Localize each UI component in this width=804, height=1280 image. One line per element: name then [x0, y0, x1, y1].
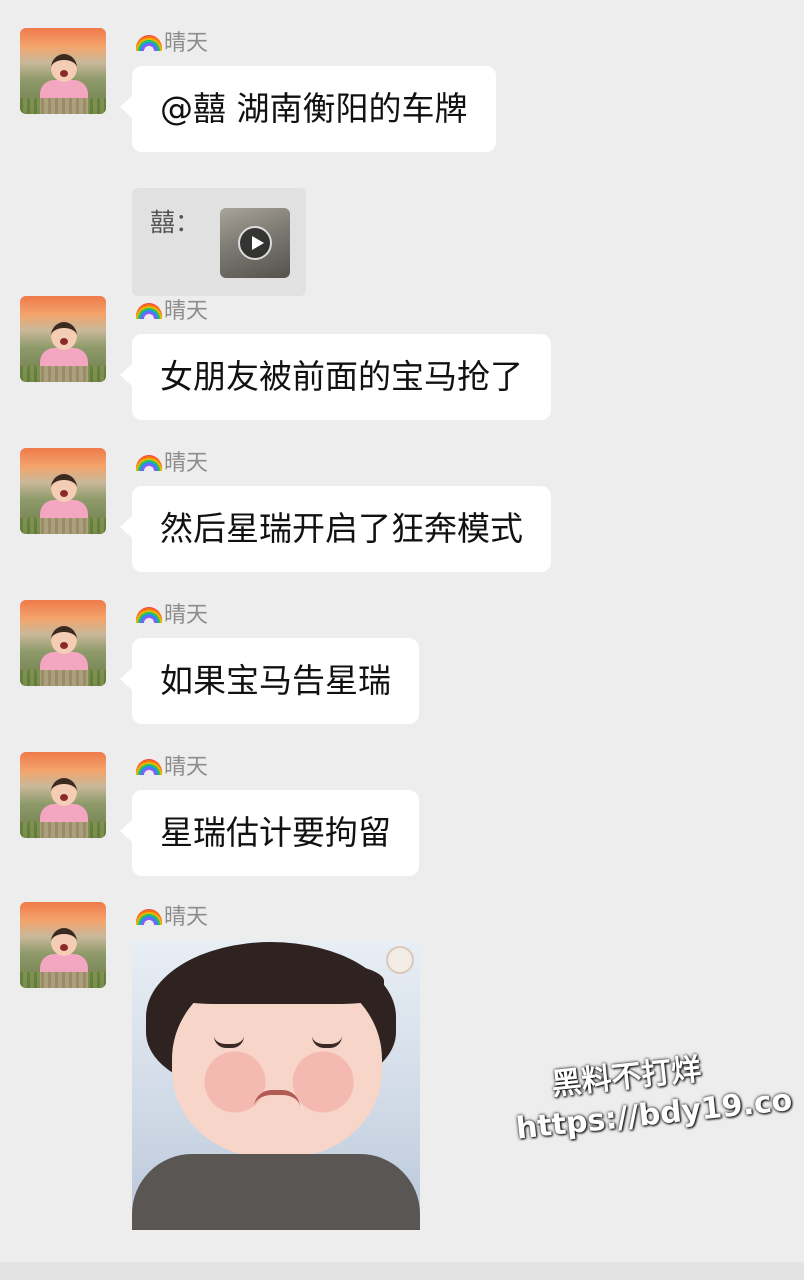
video-thumbnail[interactable] [220, 208, 290, 278]
rainbow-icon [136, 455, 162, 471]
avatar-head [51, 322, 77, 350]
sticker-badge-icon [386, 946, 414, 974]
message-bubble[interactable]: 女朋友被前面的宝马抢了 [120, 334, 551, 420]
message-bubble[interactable]: 然后星瑞开启了狂奔模式 [120, 486, 551, 572]
avatar-grass [20, 670, 106, 686]
avatar-head [51, 928, 77, 956]
avatar[interactable] [20, 448, 106, 534]
avatar-head [51, 626, 77, 654]
rainbow-icon [136, 35, 162, 51]
play-icon[interactable] [238, 226, 272, 260]
avatar-grass [20, 822, 106, 838]
quote-sender: 囍： [150, 208, 201, 237]
sticker-bangs [170, 958, 384, 1004]
sender-name: 晴天 [136, 450, 208, 478]
sender-name: 晴天 [136, 30, 208, 58]
sender-name: 晴天 [136, 602, 208, 630]
rainbow-icon [136, 303, 162, 319]
avatar-grass [20, 98, 106, 114]
avatar-grass [20, 518, 106, 534]
avatar[interactable] [20, 902, 106, 988]
sticker-mouth [254, 1090, 300, 1112]
sender-name: 晴天 [136, 298, 208, 326]
sender-name: 晴天 [136, 904, 208, 932]
avatar-grass [20, 972, 106, 988]
avatar-head [51, 54, 77, 82]
avatar-mouth [60, 794, 68, 801]
sticker-shirt [132, 1154, 420, 1230]
rainbow-icon [136, 607, 162, 623]
avatar-mouth [60, 338, 68, 345]
avatar-mouth [60, 490, 68, 497]
avatar[interactable] [20, 600, 106, 686]
message-bubble[interactable]: 星瑞估计要拘留 [120, 790, 419, 876]
avatar-mouth [60, 70, 68, 77]
crying-baby-sticker[interactable] [132, 940, 420, 1230]
avatar-head [51, 778, 77, 806]
avatar-head [51, 474, 77, 502]
avatar[interactable] [20, 752, 106, 838]
avatar-mouth [60, 944, 68, 951]
sender-name: 晴天 [136, 754, 208, 782]
quoted-message[interactable]: 囍： [132, 188, 306, 296]
avatar-grass [20, 366, 106, 382]
rainbow-icon [136, 759, 162, 775]
bottom-edge [0, 1262, 804, 1280]
rainbow-icon [136, 909, 162, 925]
avatar-mouth [60, 642, 68, 649]
avatar[interactable] [20, 296, 106, 382]
message-bubble[interactable]: @囍 湖南衡阳的车牌 [120, 66, 496, 152]
avatar[interactable] [20, 28, 106, 114]
message-bubble[interactable]: 如果宝马告星瑞 [120, 638, 419, 724]
